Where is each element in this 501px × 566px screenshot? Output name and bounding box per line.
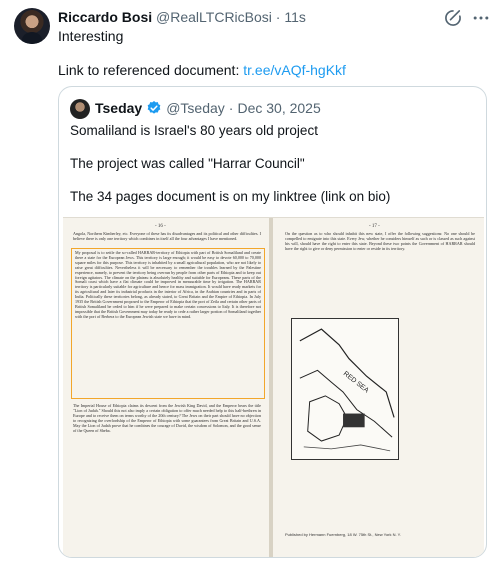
map-label: RED SEA [342,370,370,394]
quoted-text-line: Somaliland is Israel's 80 years old proj… [70,123,318,138]
verified-badge-icon [147,101,161,114]
tweet-text: Interesting [58,28,124,44]
link-prefix: Link to referenced document: [58,62,244,78]
grok-icon[interactable] [443,8,463,28]
document-link[interactable]: tr.ee/vAQf-hgKkf [243,62,346,78]
quoted-text-line: The 34 pages document is on my linktree … [70,189,391,204]
left-page-intro: Angola, Northern Kimberley, etc. Everyon… [73,231,261,241]
document-scan-image[interactable]: - 16 - Angola, Northern Kimberley, etc. … [63,217,484,557]
author-handle[interactable]: @RealLTCRicBosi [156,9,272,25]
quoted-text-line: The project was called "Harrar Council" [70,156,305,171]
author-name[interactable]: Riccardo Bosi [58,9,152,25]
right-page-number: - 17 - [369,224,380,229]
quoted-author-name[interactable]: Tseday [95,100,142,116]
more-icon[interactable] [471,8,491,28]
left-page-number: - 16 - [155,224,166,229]
quoted-separator: · [228,100,234,116]
quoted-tweet-header: Tseday @Tseday · Dec 30, 2025 [95,100,321,116]
right-page-text: On the question as to who should inhabit… [285,231,475,251]
document-page-left: - 16 - Angola, Northern Kimberley, etc. … [63,218,269,557]
quoted-author-avatar[interactable] [70,99,90,119]
tweet-header: Riccardo Bosi @RealLTCRicBosi · 11s [58,9,441,25]
tweet-link-line: Link to referenced document: tr.ee/vAQf-… [58,62,346,78]
quoted-author-handle[interactable]: @Tseday [166,100,225,116]
quoted-date[interactable]: Dec 30, 2025 [237,100,320,116]
quoted-tweet[interactable]: Tseday @Tseday · Dec 30, 2025 Somaliland… [58,86,487,558]
map-icon: RED SEA [291,318,399,460]
separator-dot: · [275,9,281,25]
document-footer: Published by Hermann Fuernberg, 18 W. 75… [285,532,401,537]
left-page-highlighted-text: My proposal is to settle the so-called H… [75,251,261,319]
author-avatar[interactable] [14,8,50,44]
left-page-outro: The Imperial House of Ethiopia claims it… [73,403,261,433]
tweet-time[interactable]: 11s [284,9,306,25]
